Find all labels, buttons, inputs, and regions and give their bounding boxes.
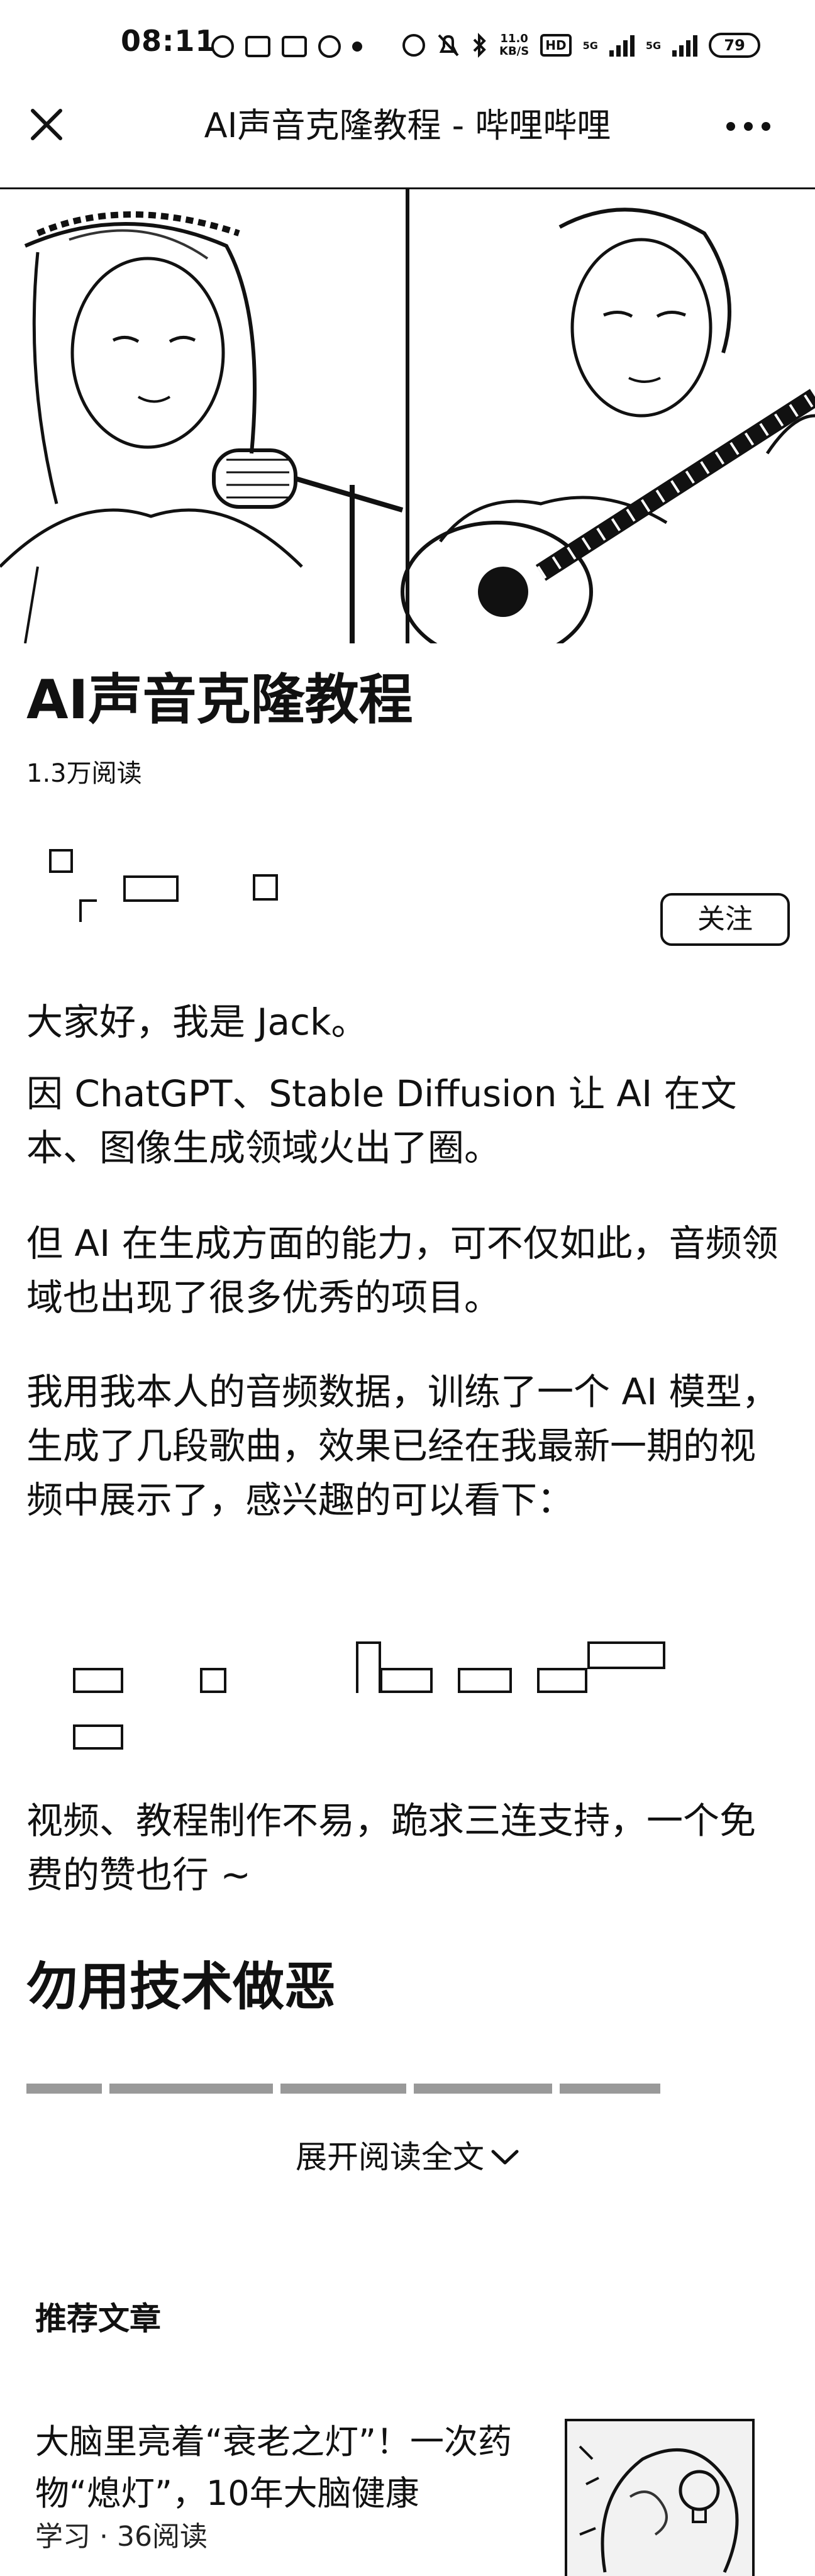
- instagram-icon: [245, 36, 270, 57]
- recommended-heading: 推荐文章: [35, 2301, 161, 2337]
- more-notifications-icon: [352, 42, 362, 52]
- truncated-text: [26, 2082, 718, 2101]
- link-fragment[interactable]: [200, 1668, 226, 1693]
- cover-illustration: [0, 189, 815, 643]
- link-fragment[interactable]: [356, 1641, 381, 1693]
- paragraph: 因 ChatGPT、Stable Diffusion 让 AI 在文本、图像生成…: [26, 1072, 737, 1169]
- more-options-button[interactable]: [717, 111, 780, 142]
- app-icon: [282, 36, 307, 57]
- author-name-fragment: [79, 899, 97, 922]
- more-icon: [726, 122, 735, 131]
- network-speed: 11.0 KB/S: [499, 32, 529, 58]
- read-count: 1.3万阅读: [26, 759, 142, 788]
- paragraph: 我用我本人的音频数据，训练了一个 AI 模型，生成了几段歌曲，效果已经在我最新一…: [26, 1370, 779, 1521]
- expand-article-button[interactable]: 展开阅读全文: [0, 2135, 815, 2179]
- article-title: AI声音克隆教程: [26, 669, 413, 731]
- link-fragment[interactable]: [73, 1668, 123, 1693]
- signal-label-2: 5G: [645, 39, 662, 52]
- paragraph: 视频、教程制作不易，跪求三连支持，一个免费的赞也行 ~: [26, 1799, 757, 1896]
- bluetooth-icon: [473, 33, 486, 58]
- battery-icon: 79: [709, 33, 761, 58]
- link-fragment[interactable]: [537, 1668, 587, 1693]
- paragraph: 但 AI 在生成方面的能力，可不仅如此，音频领域也出现了很多优秀的项目。: [26, 1222, 779, 1319]
- author-name-fragment: [123, 875, 179, 902]
- signal-icon-2: [672, 34, 698, 57]
- sync-icon: [211, 35, 234, 58]
- chevron-down-icon: [491, 2150, 519, 2165]
- close-icon: [31, 109, 62, 140]
- brain-illustration: [567, 2421, 752, 2576]
- author-avatar[interactable]: [49, 849, 73, 873]
- recommended-title[interactable]: 大脑里亮着“衰老之灯”！一次药物“熄灯”，10年大脑健康: [35, 2416, 538, 2519]
- link-fragment[interactable]: [73, 1724, 123, 1750]
- section-heading: 勿用技术做恶: [26, 1957, 336, 2017]
- signal-icon-1: [609, 34, 635, 57]
- mute-icon: [438, 34, 459, 57]
- status-time: 08:11: [121, 24, 216, 58]
- author-meta-fragment: [253, 874, 278, 901]
- signal-label-1: 5G: [582, 39, 598, 52]
- play-icon: [318, 35, 341, 58]
- expand-label: 展开阅读全文: [296, 2139, 484, 2175]
- link-fragment[interactable]: [458, 1668, 512, 1693]
- status-bar: 08:11 11.0 KB/S HD 5G 5G 79: [0, 0, 815, 94]
- close-button[interactable]: [24, 102, 69, 147]
- notification-icons: [211, 29, 362, 64]
- paragraph: 大家好，我是 Jack。: [26, 1001, 368, 1043]
- hd-badge: HD: [540, 34, 572, 57]
- link-fragment[interactable]: [587, 1641, 665, 1669]
- recommended-thumbnail[interactable]: [565, 2419, 755, 2576]
- system-icons: 11.0 KB/S HD 5G 5G 79: [402, 25, 761, 65]
- recommended-meta: 学习 · 36阅读: [35, 2521, 208, 2553]
- page-title: AI声音克隆教程 - 哔哩哔哩: [204, 106, 611, 145]
- link-fragment[interactable]: [380, 1668, 433, 1693]
- alarm-icon: [402, 34, 425, 57]
- follow-button[interactable]: 关注: [660, 893, 790, 946]
- cover-image: [0, 187, 815, 643]
